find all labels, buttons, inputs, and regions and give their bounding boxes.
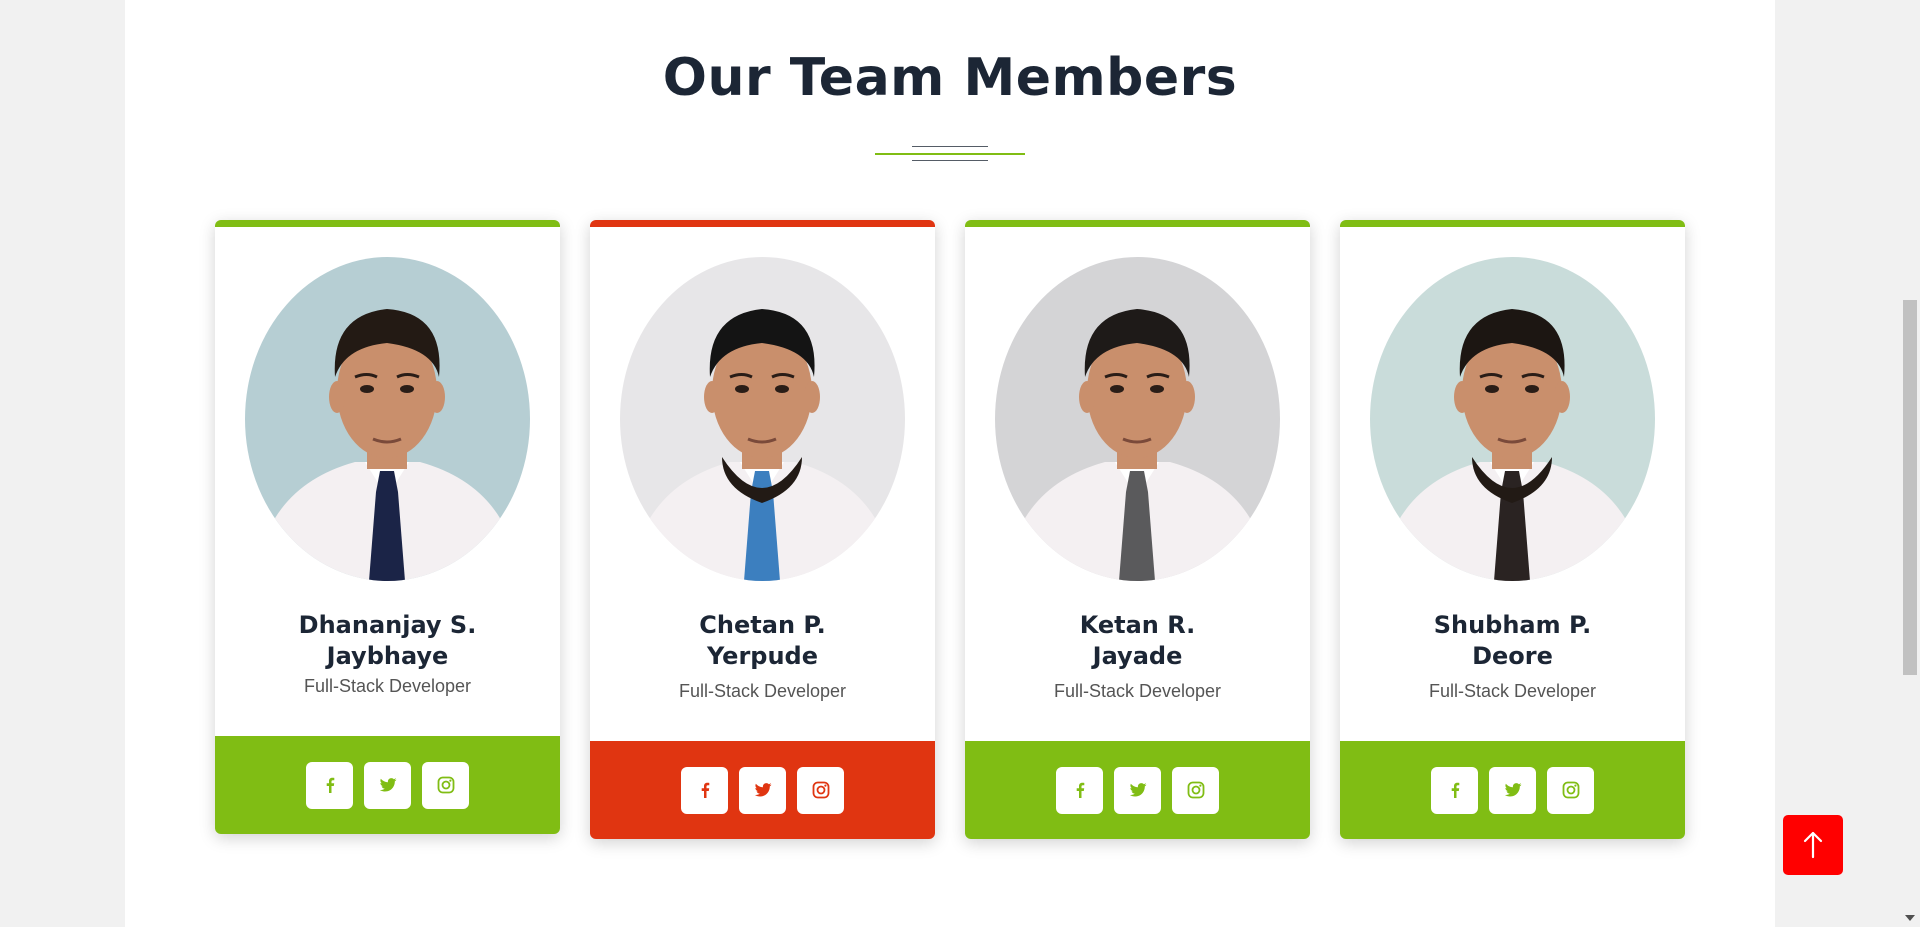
member-name-line1: Ketan R. (1079, 611, 1196, 639)
member-name-line1: Dhananjay S. (298, 611, 477, 639)
team-member-card: Shubham P. Deore Full-Stack Developer (1340, 220, 1685, 839)
title-divider (125, 146, 1775, 162)
twitter-icon (1128, 780, 1148, 800)
member-photo (995, 257, 1280, 581)
member-name-line2: Jayade (1092, 642, 1183, 670)
member-name: Chetan P. Yerpude (590, 610, 935, 672)
member-role: Full-Stack Developer (678, 681, 847, 701)
arrow-up-icon (1803, 831, 1823, 859)
card-accent-bar (215, 220, 560, 227)
instagram-icon (811, 780, 831, 800)
twitter-icon (753, 780, 773, 800)
divider-line-accent (875, 153, 1025, 155)
member-photo-illustration (995, 257, 1280, 581)
instagram-link[interactable] (422, 761, 469, 809)
divider-line-top (912, 146, 988, 147)
facebook-icon (320, 775, 340, 795)
facebook-icon (695, 780, 715, 800)
team-member-card: Chetan P. Yerpude Full-Stack Developer (590, 220, 935, 839)
member-name-line1: Shubham P. (1433, 611, 1592, 639)
twitter-link[interactable] (1114, 766, 1161, 814)
instagram-link[interactable] (1172, 766, 1219, 814)
member-photo-illustration (1370, 257, 1655, 581)
twitter-icon (1503, 780, 1523, 800)
facebook-link[interactable] (1431, 766, 1478, 814)
twitter-icon (378, 775, 398, 795)
scrollbar[interactable] (1900, 0, 1920, 927)
member-name: Ketan R. Jayade (965, 610, 1310, 672)
member-name-line2: Yerpude (706, 642, 818, 670)
card-accent-bar (965, 220, 1310, 227)
instagram-link[interactable] (1547, 766, 1594, 814)
member-name-line2: Jaybhaye (326, 642, 449, 670)
facebook-link[interactable] (681, 766, 728, 814)
member-photo (620, 257, 905, 581)
scroll-to-top-button[interactable] (1783, 815, 1843, 875)
card-accent-bar (1340, 220, 1685, 227)
twitter-link[interactable] (1489, 766, 1536, 814)
divider-line-bottom (912, 160, 988, 161)
instagram-link[interactable] (797, 766, 844, 814)
instagram-icon (1186, 780, 1206, 800)
facebook-link[interactable] (306, 761, 353, 809)
social-links (1340, 741, 1685, 839)
member-role: Full-Stack Developer (1428, 681, 1597, 701)
social-links (215, 736, 560, 834)
team-section: Our Team Members Dhananjay S. Jaybhaye F… (125, 0, 1775, 927)
facebook-icon (1070, 780, 1090, 800)
facebook-icon (1445, 780, 1465, 800)
scroll-down-arrow[interactable] (1905, 915, 1915, 921)
member-role: Full-Stack Developer (1053, 681, 1222, 701)
member-name-line2: Deore (1472, 642, 1553, 670)
twitter-link[interactable] (364, 761, 411, 809)
twitter-link[interactable] (739, 766, 786, 814)
member-name: Dhananjay S. Jaybhaye (215, 610, 560, 672)
section-title: Our Team Members (662, 48, 1238, 108)
team-member-card: Dhananjay S. Jaybhaye Full-Stack Develop… (215, 220, 560, 834)
member-name-line1: Chetan P. (699, 611, 826, 639)
social-links (965, 741, 1310, 839)
instagram-icon (436, 775, 456, 795)
card-accent-bar (590, 220, 935, 227)
member-name: Shubham P. Deore (1340, 610, 1685, 672)
member-photo-illustration (620, 257, 905, 581)
scrollbar-thumb[interactable] (1903, 300, 1917, 675)
member-photo (245, 257, 530, 581)
member-photo (1370, 257, 1655, 581)
member-role: Full-Stack Developer (303, 676, 472, 696)
facebook-link[interactable] (1056, 766, 1103, 814)
social-links (590, 741, 935, 839)
instagram-icon (1561, 780, 1581, 800)
team-member-card: Ketan R. Jayade Full-Stack Developer (965, 220, 1310, 839)
member-photo-illustration (245, 257, 530, 581)
